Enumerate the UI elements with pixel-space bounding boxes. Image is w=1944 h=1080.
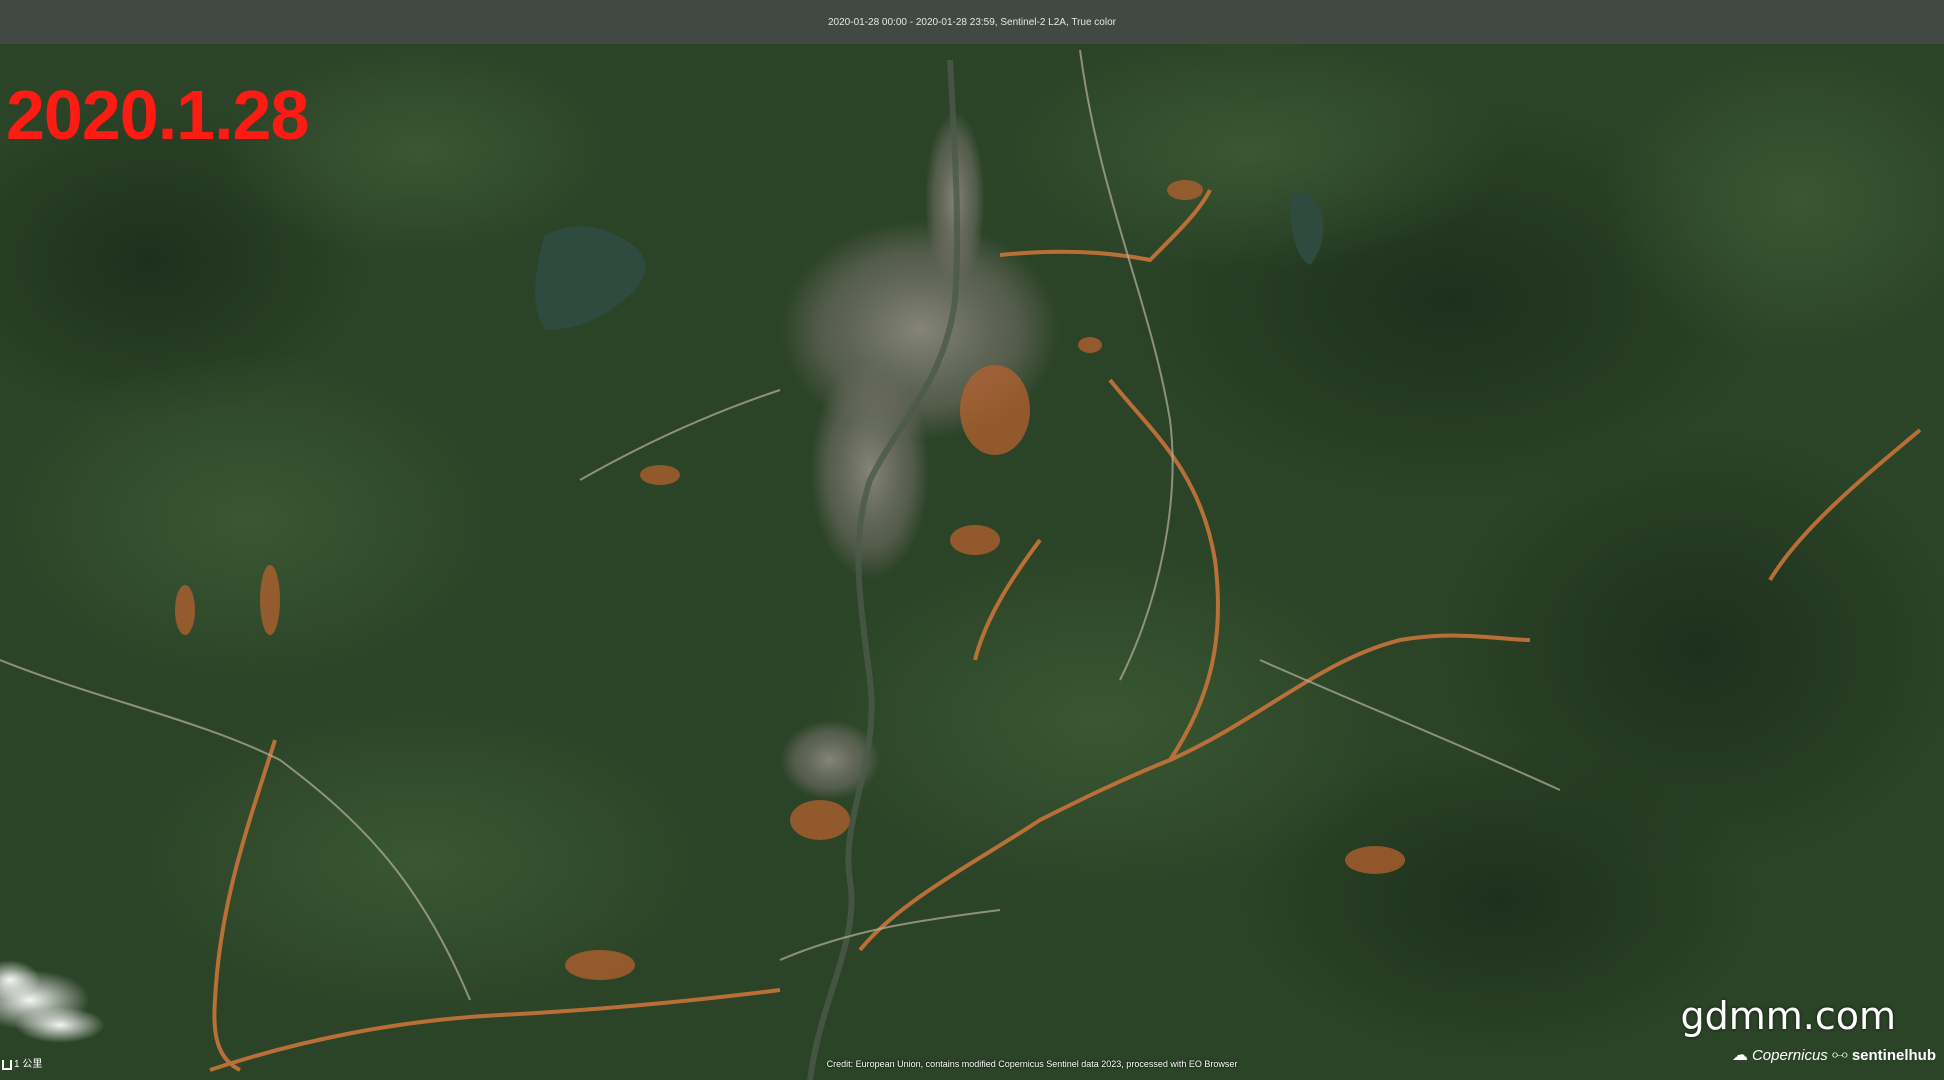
satellite-map[interactable]: 2020-01-28 00:00 - 2020-01-28 23:59, Sen… — [0, 0, 1944, 1080]
image-info-text: 2020-01-28 00:00 - 2020-01-28 23:59, Sen… — [828, 16, 1116, 28]
credit-text: Credit: European Union, contains modifie… — [826, 1059, 1238, 1069]
credit-line: Credit: European Union, contains modifie… — [0, 1059, 1944, 1069]
date-stamp: 2020.1.28 — [6, 76, 309, 154]
satellite-imagery — [0, 0, 1944, 1080]
image-info-bar: 2020-01-28 00:00 - 2020-01-28 23:59, Sen… — [0, 0, 1944, 44]
watermark: gdmm.com — [1680, 994, 1896, 1038]
